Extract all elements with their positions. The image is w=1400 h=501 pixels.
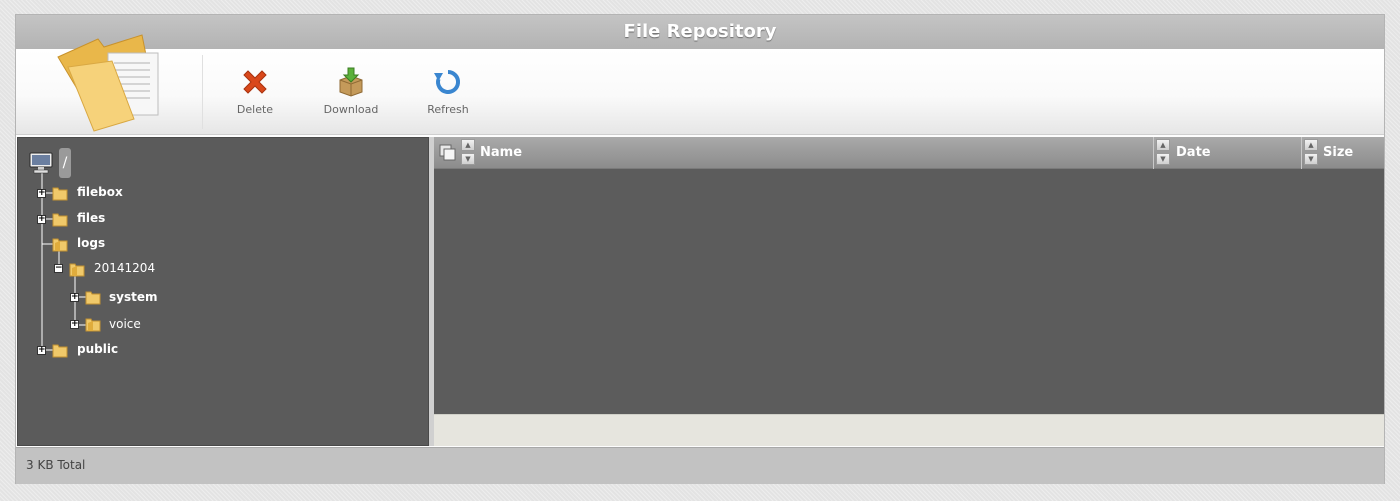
sort-up-icon[interactable]: ▲ (1156, 139, 1170, 151)
sort-down-icon[interactable]: ▼ (461, 153, 475, 165)
folder-icon (52, 344, 68, 358)
grid-body (434, 169, 1384, 413)
tree-node-label: voice (109, 317, 141, 331)
size-sort-arrows[interactable]: ▲ ▼ (1303, 139, 1319, 167)
expand-plus-icon[interactable]: + (37, 346, 46, 355)
tree-root-node[interactable]: / (59, 148, 71, 178)
download-box-icon (339, 67, 363, 97)
file-grid: ▲ ▼ Name ▲ ▼ Date ▲ ▼ Size (434, 137, 1384, 446)
grid-footer (434, 414, 1384, 446)
column-header-size[interactable]: Size (1323, 145, 1353, 160)
file-repository-window: File Repository Delete Download Refresh … (15, 14, 1385, 484)
tree-node-public[interactable]: + public (36, 340, 156, 360)
sort-up-icon[interactable]: ▲ (1304, 139, 1318, 151)
folder-tree-panel: / + filebox + files logs − 20141204 + sy (17, 137, 429, 446)
name-sort-arrows[interactable]: ▲ ▼ (460, 139, 476, 167)
computer-monitor-icon (29, 152, 53, 174)
folder-open-icon (85, 318, 101, 332)
folder-open-icon (52, 238, 68, 252)
refresh-button[interactable]: Refresh (413, 67, 483, 123)
window-title: File Repository (16, 15, 1384, 49)
sort-down-icon[interactable]: ▼ (1304, 153, 1318, 165)
tree-node-20141204[interactable]: − 20141204 (53, 259, 193, 279)
tree-node-label: filebox (77, 185, 123, 199)
expand-plus-icon[interactable]: + (70, 320, 79, 329)
column-divider (1301, 137, 1302, 169)
collapse-minus-icon[interactable]: − (54, 264, 63, 273)
sort-up-icon[interactable]: ▲ (461, 139, 475, 151)
tree-node-label: files (77, 211, 106, 225)
download-button[interactable]: Download (316, 67, 386, 123)
tree-node-filebox[interactable]: + filebox (36, 183, 156, 203)
delete-x-icon (243, 70, 267, 94)
tree-node-label: system (109, 290, 158, 304)
date-sort-arrows[interactable]: ▲ ▼ (1155, 139, 1171, 167)
download-button-label: Download (323, 103, 379, 116)
folder-icon (52, 213, 68, 227)
tree-node-label: 20141204 (94, 261, 156, 275)
tree-node-logs[interactable]: logs (36, 234, 156, 254)
tree-node-label: public (77, 342, 119, 356)
column-divider (1153, 137, 1154, 169)
tree-node-label: logs (77, 236, 106, 250)
tree-node-voice[interactable]: + voice (69, 315, 189, 335)
folder-icon (85, 291, 101, 305)
folder-documents-logo-icon (57, 34, 159, 132)
status-bar: 3 KB Total (16, 447, 1384, 484)
toolbar: Delete Download Refresh (16, 34, 1384, 135)
column-header-name[interactable]: Name (480, 145, 522, 160)
tree-node-system[interactable]: + system (69, 288, 189, 308)
folder-open-icon (69, 263, 85, 277)
delete-button[interactable]: Delete (220, 67, 290, 123)
sort-down-icon[interactable]: ▼ (1156, 153, 1170, 165)
delete-button-label: Delete (236, 103, 274, 116)
total-size-text: 3 KB Total (26, 458, 86, 472)
column-header-date[interactable]: Date (1176, 145, 1211, 160)
folder-icon (52, 187, 68, 201)
refresh-button-label: Refresh (427, 103, 469, 116)
toolbar-separator (202, 55, 203, 129)
refresh-icon (434, 69, 461, 94)
tree-node-files[interactable]: + files (36, 209, 156, 229)
grid-header: ▲ ▼ Name ▲ ▼ Date ▲ ▼ Size (434, 137, 1384, 169)
expand-plus-icon[interactable]: + (37, 215, 46, 224)
expand-plus-icon[interactable]: + (70, 293, 79, 302)
select-all-icon[interactable] (439, 144, 457, 162)
expand-plus-icon[interactable]: + (37, 189, 46, 198)
